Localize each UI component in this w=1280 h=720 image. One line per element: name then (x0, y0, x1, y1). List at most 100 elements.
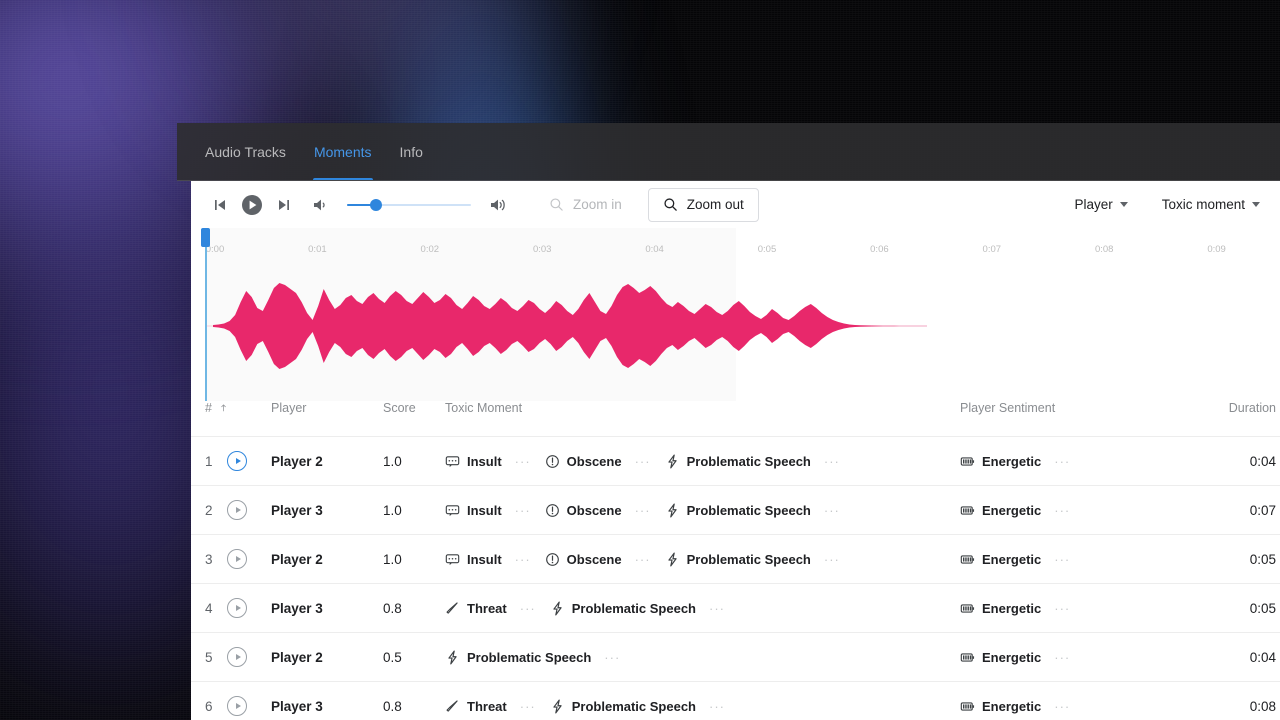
toxic-moment-overflow-menu[interactable]: ··· (515, 552, 531, 567)
playhead[interactable] (201, 228, 210, 401)
zoom-out-button[interactable]: Zoom out (647, 187, 759, 222)
volume-low-icon[interactable] (305, 190, 335, 220)
sentiment-overflow-menu[interactable]: ··· (1054, 699, 1070, 714)
table-row[interactable]: 1 Player 2 1.0 Insult ··· Obscene ··· Problemat… (191, 436, 1280, 485)
row-play-icon[interactable] (227, 451, 247, 471)
speech-bubble-icon (445, 455, 460, 467)
playhead-handle[interactable] (201, 228, 210, 247)
toxic-moment-tag[interactable]: Threat (445, 699, 507, 714)
toxic-moment-overflow-menu[interactable]: ··· (709, 699, 725, 714)
toxic-moment-tag[interactable]: Problematic Speech (665, 503, 811, 518)
lightning-bolt-icon (667, 503, 677, 517)
toxic-moment-tag[interactable]: Problematic Speech (550, 699, 696, 714)
row-toxic-moments: Insult ··· Obscene ··· Problematic Speech ··· (445, 503, 960, 518)
toxic-moment-tag[interactable]: Obscene (545, 454, 622, 469)
column-header-player-sentiment[interactable]: Player Sentiment (960, 401, 1222, 415)
table-rows: 1 Player 2 1.0 Insult ··· Obscene ··· Problemat… (191, 436, 1280, 720)
row-play-icon[interactable] (227, 647, 247, 667)
toxic-moment-overflow-menu[interactable]: ··· (635, 503, 651, 518)
table-row[interactable]: 6 Player 3 0.8 Threat ··· Problematic Speech ·… (191, 681, 1280, 720)
toxic-moment-overflow-menu[interactable]: ··· (635, 552, 651, 567)
row-score: 1.0 (383, 453, 402, 469)
row-index: 3 (205, 551, 213, 567)
column-header-score[interactable]: Score (383, 401, 445, 415)
sentiment-tag[interactable]: Energetic (960, 650, 1041, 665)
toxic-moment-tag[interactable]: Problematic Speech (550, 601, 696, 616)
sentiment-tag[interactable]: Energetic (960, 601, 1041, 616)
toxic-moment-overflow-menu[interactable]: ··· (709, 601, 725, 616)
toxic-moment-overflow-menu[interactable]: ··· (824, 503, 840, 518)
toxic-moment-overflow-menu[interactable]: ··· (824, 454, 840, 469)
sentiment-label: Energetic (982, 600, 1042, 616)
sentiment-overflow-menu[interactable]: ··· (1054, 601, 1070, 616)
toxic-moment-filter-dropdown[interactable]: Toxic moment (1158, 191, 1264, 218)
toxic-moment-tag[interactable]: Obscene (545, 552, 622, 567)
toxic-moment-label: Problematic Speech (686, 551, 811, 567)
toxic-moment-overflow-menu[interactable]: ··· (635, 454, 651, 469)
toxic-moment-tag[interactable]: Problematic Speech (445, 650, 591, 665)
column-header-index[interactable]: # (205, 401, 227, 415)
row-play-icon[interactable] (227, 598, 247, 618)
tab-info[interactable]: Info (386, 123, 437, 180)
toxic-moment-overflow-menu[interactable]: ··· (520, 601, 536, 616)
toxic-moment-tag[interactable]: Obscene (545, 503, 622, 518)
row-index: 2 (205, 502, 213, 518)
skip-previous-icon[interactable] (205, 190, 235, 220)
column-header-player[interactable]: Player (271, 401, 383, 415)
sentiment-tag[interactable]: Energetic (960, 503, 1041, 518)
sentiment-overflow-menu[interactable]: ··· (1054, 454, 1070, 469)
table-row[interactable]: 5 Player 2 0.5 Problematic Speech ··· Energet… (191, 632, 1280, 681)
zoom-in-button[interactable]: Zoom in (535, 188, 636, 222)
row-player-sentiment: Energetic ··· (960, 454, 1222, 469)
row-toxic-moments: Insult ··· Obscene ··· Problematic Speech ··· (445, 454, 960, 469)
row-play-icon[interactable] (227, 500, 247, 520)
audio-timeline[interactable]: 0:00 0:01 0:02 0:03 0:04 0:05 0:06 0:07 0:08 0:09 (191, 228, 1280, 401)
table-row[interactable]: 2 Player 3 1.0 Insult ··· Obscene ··· Problemat… (191, 485, 1280, 534)
ruler-tick-0-04: 0:04 (645, 244, 664, 255)
toxic-moment-overflow-menu[interactable]: ··· (604, 650, 620, 665)
row-duration: 0:04 (1249, 649, 1276, 665)
audio-waveform[interactable] (205, 266, 927, 386)
volume-high-icon[interactable] (483, 190, 513, 220)
toxic-moment-tag[interactable]: Problematic Speech (665, 552, 811, 567)
play-circle-icon[interactable] (235, 188, 269, 222)
column-header-toxic-moment[interactable]: Toxic Moment (445, 401, 960, 415)
row-play-icon[interactable] (227, 696, 247, 716)
toxic-moment-tag[interactable]: Problematic Speech (665, 454, 811, 469)
row-toxic-moments: Problematic Speech ··· (445, 650, 960, 665)
skip-next-icon[interactable] (269, 190, 299, 220)
toxic-moment-label: Insult (467, 453, 502, 469)
toxic-moment-overflow-menu[interactable]: ··· (515, 454, 531, 469)
sentiment-overflow-menu[interactable]: ··· (1054, 650, 1070, 665)
sentiment-overflow-menu[interactable]: ··· (1054, 552, 1070, 567)
tab-label: Audio Tracks (205, 143, 286, 160)
tab-moments[interactable]: Moments (300, 123, 386, 180)
toxic-moment-tag[interactable]: Threat (445, 601, 507, 616)
row-index: 4 (205, 600, 213, 616)
column-header-duration[interactable]: Duration (1222, 401, 1280, 415)
sentiment-tag[interactable]: Energetic (960, 699, 1041, 714)
table-row[interactable]: 4 Player 3 0.8 Threat ··· Problematic Speech ·… (191, 583, 1280, 632)
tab-audio-tracks[interactable]: Audio Tracks (191, 123, 300, 180)
toxic-moment-label: Insult (467, 551, 502, 567)
toxic-moment-overflow-menu[interactable]: ··· (515, 503, 531, 518)
row-score: 0.5 (383, 649, 402, 665)
toxic-moment-tag[interactable]: Insult (445, 552, 502, 567)
row-play-icon[interactable] (227, 549, 247, 569)
toxic-moment-overflow-menu[interactable]: ··· (520, 699, 536, 714)
sentiment-tag[interactable]: Energetic (960, 454, 1041, 469)
volume-slider[interactable] (347, 196, 471, 214)
sort-ascending-arrow-icon[interactable] (220, 402, 227, 414)
sentiment-tag[interactable]: Energetic (960, 552, 1041, 567)
toxic-moment-label: Problematic Speech (571, 698, 697, 714)
row-player-sentiment: Energetic ··· (960, 601, 1222, 616)
table-row[interactable]: 3 Player 2 1.0 Insult ··· Obscene ··· Problemat… (191, 534, 1280, 583)
moments-table: # Player Score Toxic Moment Player Senti… (191, 401, 1280, 720)
toxic-moment-overflow-menu[interactable]: ··· (824, 552, 840, 567)
ruler-tick-0-01: 0:01 (308, 244, 327, 255)
toxic-moment-tag[interactable]: Insult (445, 503, 502, 518)
sentiment-overflow-menu[interactable]: ··· (1054, 503, 1070, 518)
toxic-moment-tag[interactable]: Insult (445, 454, 502, 469)
volume-slider-thumb[interactable] (369, 198, 382, 211)
player-filter-dropdown[interactable]: Player (1070, 191, 1131, 218)
